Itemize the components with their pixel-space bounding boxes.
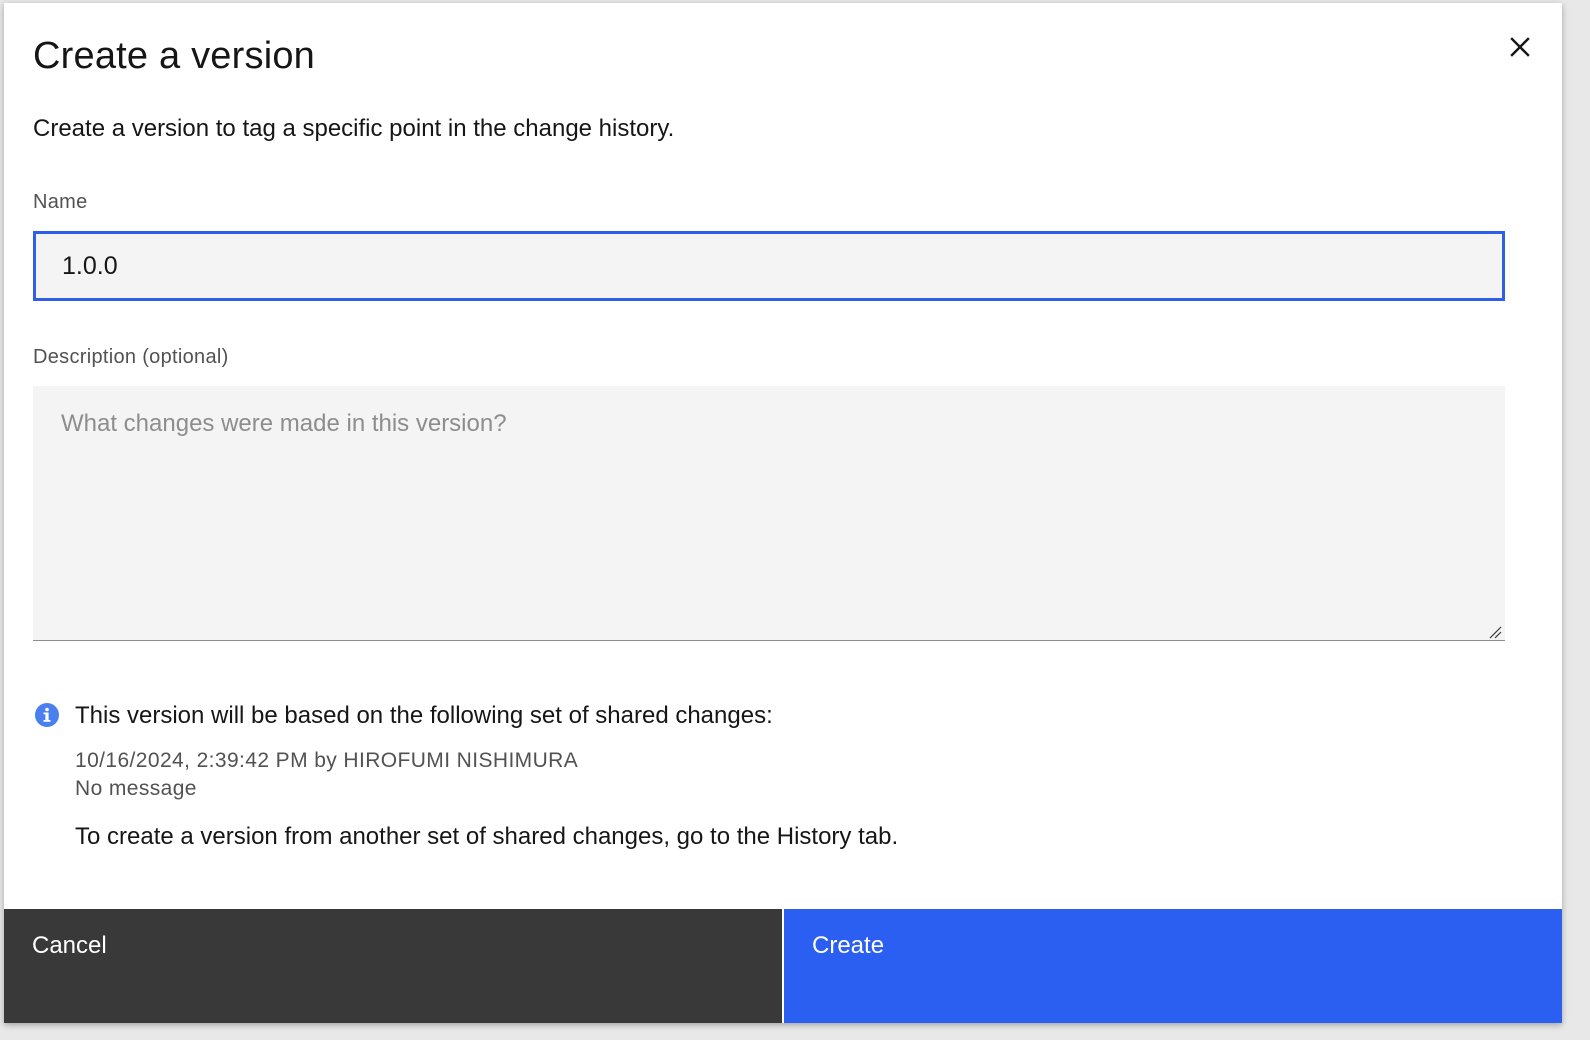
create-button[interactable]: Create bbox=[784, 909, 1562, 1023]
close-icon bbox=[1510, 37, 1530, 57]
description-textarea[interactable] bbox=[33, 386, 1505, 641]
cancel-button[interactable]: Cancel bbox=[4, 909, 784, 1023]
modal-footer: Cancel Create bbox=[4, 909, 1562, 1023]
create-version-modal: Create a version Create a version to tag… bbox=[4, 3, 1562, 1023]
modal-description: Create a version to tag a specific point… bbox=[33, 115, 675, 142]
change-message: No message bbox=[75, 777, 197, 800]
change-metadata: 10/16/2024, 2:39:42 PM by HIROFUMI NISHI… bbox=[75, 749, 579, 772]
history-note: To create a version from another set of … bbox=[75, 823, 899, 850]
name-label: Name bbox=[33, 191, 88, 213]
close-button[interactable] bbox=[1498, 25, 1542, 69]
modal-title: Create a version bbox=[33, 35, 316, 77]
info-icon bbox=[35, 703, 59, 727]
resize-handle-icon[interactable] bbox=[1488, 625, 1502, 639]
name-input[interactable] bbox=[33, 231, 1505, 301]
info-heading: This version will be based on the follow… bbox=[75, 702, 773, 729]
description-label: Description (optional) bbox=[33, 346, 229, 368]
